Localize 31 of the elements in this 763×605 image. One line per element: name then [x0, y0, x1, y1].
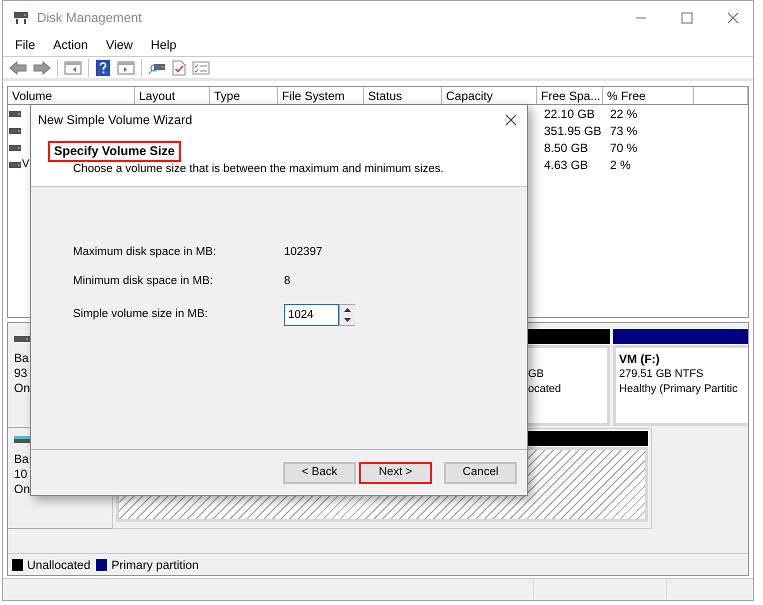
- table-cell-text: 73 %: [609, 122, 638, 140]
- field-value: 8: [284, 274, 290, 290]
- step-description: Choose a volume size that is between the maximum and minimum sizes.: [73, 162, 445, 176]
- table-cell-text: 70 %: [609, 140, 638, 156]
- partition-info: ocated: [528, 382, 562, 397]
- partition-info: Healthy (Primary Partitic: [619, 382, 739, 397]
- field-label: Minimum disk space in MB:: [73, 274, 214, 290]
- table-cell-text: 8.50 GB: [543, 140, 590, 156]
- disk-label: 93: [14, 366, 28, 381]
- partition-info: GB: [528, 367, 545, 382]
- field-value: 102397: [284, 245, 322, 260]
- table-cell-text: 22 %: [609, 106, 638, 122]
- partition-info: 279.51 GB NTFS: [619, 367, 704, 382]
- disk-label: 10: [14, 467, 28, 482]
- table-cell-text: V: [22, 157, 30, 172]
- legend-label: Unallocated: [27, 556, 90, 574]
- disk-label: Ba: [14, 351, 30, 366]
- dialog-title: New Simple Volume Wizard: [38, 112, 194, 129]
- step-heading: Specify Volume Size: [48, 141, 181, 162]
- disk-label: On: [14, 381, 32, 396]
- disk-label: On: [14, 482, 32, 497]
- field-label: Maximum disk space in MB:: [73, 245, 218, 260]
- table-cell-text: 4.63 GB: [543, 156, 590, 174]
- disk-label: Ba: [14, 452, 30, 467]
- table-cell-text: 2 %: [609, 156, 632, 174]
- table-cell-text: 22.10 GB: [543, 106, 596, 122]
- legend-label: Primary partition: [111, 556, 199, 574]
- partition-name: VM (F:): [619, 352, 661, 367]
- window-title: Disk Management: [37, 9, 142, 28]
- table-cell-text: 351.95 GB: [543, 122, 602, 140]
- field-label: Simple volume size in MB:: [73, 307, 209, 322]
